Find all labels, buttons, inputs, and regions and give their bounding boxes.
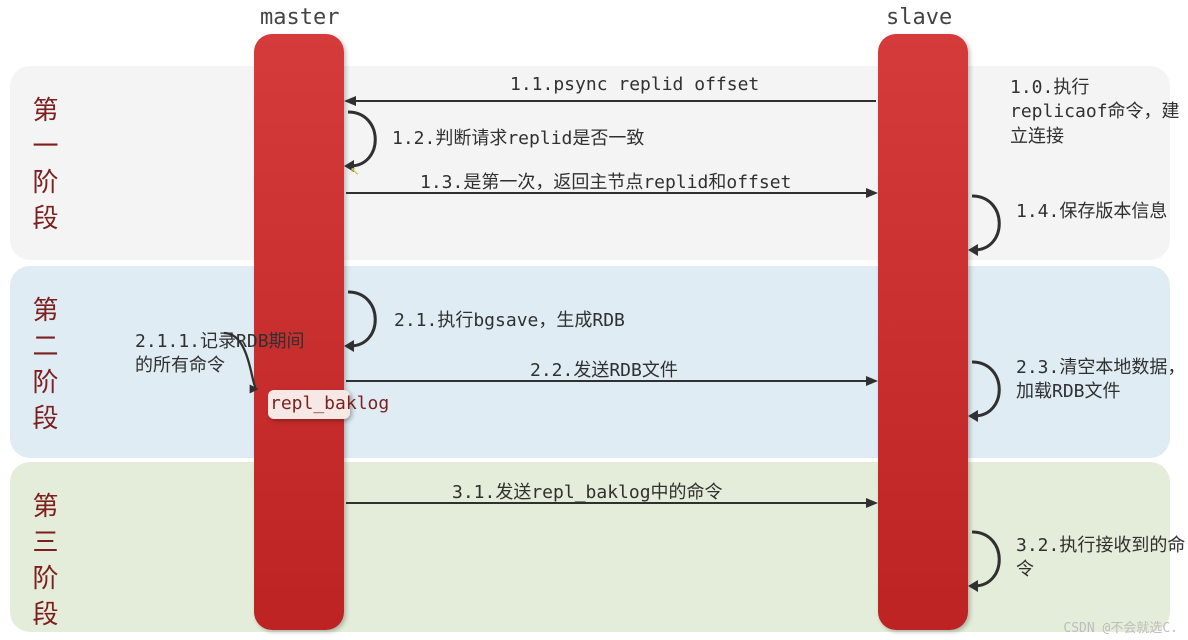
stage-2-label: 第二阶段: [30, 296, 56, 440]
self-loop-1-4: [968, 192, 1012, 254]
self-loop-3-2: [968, 528, 1012, 590]
stage-3-label: 第三阶段: [30, 492, 56, 636]
msg-1-1: 1.1.psync replid offset: [510, 74, 759, 95]
note-1-0: 1.0.执行replicaof命令，建立连接: [1010, 76, 1180, 149]
msg-3-1: 3.1.发送repl_baklog中的命令: [452, 478, 723, 504]
msg-2-2: 2.2.发送RDB文件: [530, 356, 678, 382]
msg-1-3: 1.3.是第一次，返回主节点replid和offset: [420, 168, 791, 194]
repl-baklog-box: repl_baklog: [268, 390, 350, 419]
note-3-2: 3.2.执行接收到的命令: [1016, 534, 1186, 583]
note-1-4: 1.4.保存版本信息: [1016, 200, 1167, 224]
msg-2-1: 2.1.执行bgsave，生成RDB: [394, 306, 625, 332]
self-loop-2-3: [968, 358, 1012, 420]
cursor-icon: ↖: [350, 160, 360, 179]
arrow-1-1: [346, 100, 876, 102]
header-master: master: [260, 5, 339, 30]
watermark: CSDN @不会就选C.: [1063, 617, 1178, 636]
msg-1-2: 1.2.判断请求replid是否一致: [392, 124, 644, 150]
self-loop-2-1-1: [214, 330, 258, 392]
note-2-3: 2.3.清空本地数据，加载RDB文件: [1016, 356, 1186, 405]
self-loop-2-1: [344, 288, 388, 350]
lifeline-slave: [878, 34, 968, 630]
stage-1-label: 第一阶段: [30, 96, 56, 240]
header-slave: slave: [886, 5, 952, 30]
